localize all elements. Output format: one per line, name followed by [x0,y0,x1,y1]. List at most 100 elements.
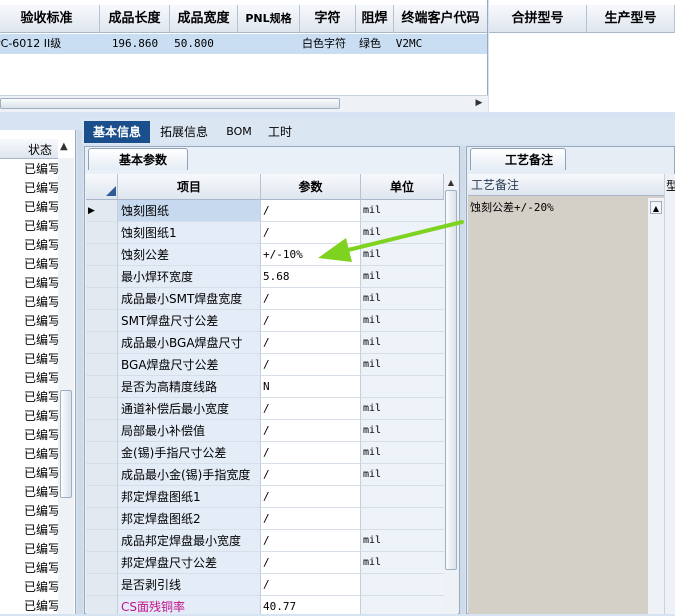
status-list-item[interactable]: 已编写 [24,578,60,597]
status-list-item[interactable]: 已编写 [24,559,60,578]
table-row[interactable]: 邦定焊盘尺寸公差 / mil [86,552,444,574]
row-header[interactable] [86,508,118,530]
row-header[interactable] [86,420,118,442]
tab-basic-params[interactable]: 基本参数 [88,148,188,170]
table-row[interactable]: 蚀刻图纸 / mil [86,200,444,222]
table-row[interactable]: 成品最小BGA焊盘尺寸 / mil [86,332,444,354]
table-row[interactable]: 蚀刻图纸1/mil [86,222,444,244]
table-row[interactable]: 邦定焊盘图纸2/ [86,508,444,530]
scroll-right-arrow-icon[interactable]: ▶ [472,96,486,110]
status-list-item[interactable]: 已编写 [24,255,60,274]
table-row[interactable]: 邦定焊盘图纸1/ [86,486,444,508]
table-row[interactable]: CS面残铜率 40.77 [86,596,444,614]
cell-value[interactable]: / [261,574,361,596]
col-header-solder-mask[interactable]: 阻焊 [356,5,394,33]
col-header-value[interactable]: 参数 [261,174,361,200]
cell-value[interactable]: / [261,508,361,530]
cell-value[interactable]: / [261,332,361,354]
table-row[interactable]: 蚀刻公差 +/-10% mil [86,244,444,266]
col-header-customer-code[interactable]: 终端客户代码 [394,5,487,33]
row-header[interactable] [86,266,118,288]
row-header[interactable] [86,596,118,614]
col-header-unit[interactable]: 单位 [361,174,444,200]
tab-work-hours[interactable]: 工时 [262,121,298,143]
sort-up-icon[interactable]: ▲ [60,141,68,152]
top-grid-hscroll-thumb[interactable] [0,98,340,109]
status-list-vscroll-thumb[interactable] [60,390,72,498]
status-list-item[interactable]: 已编写 [24,350,60,369]
row-header[interactable] [86,574,118,596]
row-header[interactable] [86,530,118,552]
cell-value[interactable]: / [261,420,361,442]
cell-value[interactable]: / [261,200,361,222]
row-header[interactable] [86,442,118,464]
cell-value[interactable]: / [261,288,361,310]
table-row[interactable]: 通道补偿后最小宽度 / mil [86,398,444,420]
table-row[interactable]: 成品邦定焊盘最小宽度 / mil [86,530,444,552]
status-list-item[interactable]: 已编写 [24,407,60,426]
row-header[interactable] [86,354,118,376]
cell-value[interactable]: / [261,442,361,464]
status-list-item[interactable]: 已编写 [24,198,60,217]
row-header[interactable] [86,464,118,486]
row-header[interactable] [86,376,118,398]
status-list-item[interactable]: 已编写 [24,312,60,331]
table-row[interactable]: 金(锡)手指尺寸公差 / mil [86,442,444,464]
cell-value[interactable]: / [261,464,361,486]
tab-extended-info[interactable]: 拓展信息 [154,121,214,143]
status-list-item[interactable]: 已编写 [24,502,60,521]
status-list-item[interactable]: 已编写 [24,369,60,388]
status-list-item[interactable]: 已编写 [24,445,60,464]
col-header-item[interactable]: 项目 [118,174,261,200]
process-notes-body[interactable] [468,196,664,614]
status-list-item[interactable]: 已编写 [24,293,60,312]
status-list-item[interactable]: 已编写 [24,597,60,616]
cell-value[interactable]: +/-10% [261,244,361,266]
scroll-up-arrow-icon[interactable]: ▲ [444,176,458,190]
cell-value[interactable]: 5.68 [261,266,361,288]
cell-value[interactable]: / [261,398,361,420]
table-row[interactable]: BGA焊盘尺寸公差 / mil [86,354,444,376]
tab-process-notes[interactable]: 工艺备注 [470,148,566,170]
status-list-vscrollbar[interactable] [58,158,74,614]
table-row[interactable]: 是否为高精度线路 N [86,376,444,398]
table-row[interactable]: 是否剥引线 / [86,574,444,596]
row-header[interactable] [86,288,118,310]
status-list-item[interactable]: 已编写 [24,217,60,236]
table-row[interactable]: 成品最小金(锡)手指宽度 / mil [86,464,444,486]
table-row[interactable]: 局部最小补偿值 / mil [86,420,444,442]
grid-vscroll-thumb[interactable] [445,190,457,570]
cell-value[interactable]: 40.77 [261,596,361,614]
row-header[interactable] [86,552,118,574]
status-list-item[interactable]: 已编写 [24,160,60,179]
table-row[interactable]: 最小焊环宽度 5.68 mil [86,266,444,288]
cell-value[interactable]: / [261,530,361,552]
row-header[interactable] [86,486,118,508]
row-header[interactable] [86,244,118,266]
cell-value[interactable]: / [261,354,361,376]
cell-value[interactable]: N [261,376,361,398]
process-notes-column-header[interactable]: 工艺备注 [468,174,664,196]
row-header[interactable] [86,310,118,332]
row-header[interactable] [86,398,118,420]
cell-value[interactable]: / [261,552,361,574]
col-header-combined-model[interactable]: 合拼型号 [489,5,587,33]
tab-bom[interactable]: BOM [222,121,256,143]
row-header[interactable] [86,222,118,244]
tab-basic-info[interactable]: 基本信息 [84,121,150,143]
left-splitter[interactable] [77,130,83,614]
status-list-item[interactable]: 已编写 [24,540,60,559]
table-row[interactable]: 成品最小SMT焊盘宽度 / mil [86,288,444,310]
status-list-item[interactable]: 已编写 [24,388,60,407]
status-list-item[interactable]: 已编写 [24,464,60,483]
scroll-up-arrow-icon[interactable]: ▲ [650,201,662,214]
col-header-standard[interactable]: 验收标准 [0,5,100,33]
col-header-legend[interactable]: 字符 [300,5,356,33]
col-header-width[interactable]: 成品宽度 [170,5,238,33]
col-header-pnl[interactable]: PNL规格 [238,5,300,33]
status-list-item[interactable]: 已编写 [24,331,60,350]
process-notes-vscrollbar[interactable] [648,198,664,614]
status-list-item[interactable]: 已编写 [24,236,60,255]
col-header-length[interactable]: 成品长度 [100,5,170,33]
status-list-item[interactable]: 已编写 [24,426,60,445]
